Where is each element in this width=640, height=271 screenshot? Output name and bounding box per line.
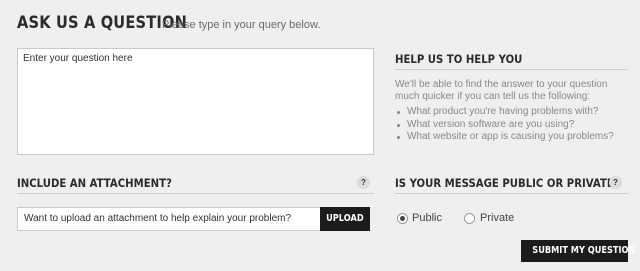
help-list-item: What website or app is causing you probl…	[397, 131, 632, 144]
visibility-divider	[395, 193, 628, 194]
public-radio-label[interactable]: Public	[412, 212, 442, 224]
help-intro-text: We'll be able to find the answer to your…	[395, 79, 608, 103]
question-textarea[interactable]	[17, 48, 374, 155]
attachment-file-field[interactable]: Want to upload an attachment to help exp…	[17, 207, 320, 231]
help-list-item: What product you're having problems with…	[397, 106, 632, 119]
public-radio[interactable]	[397, 213, 408, 224]
help-heading: HELP US TO HELP YOU	[395, 52, 523, 66]
attachment-divider	[17, 193, 374, 194]
upload-button-label: UPLOAD	[326, 213, 364, 224]
page-subtitle: Please type in your query below.	[162, 19, 321, 31]
submit-question-button[interactable]: SUBMIT MY QUESTION	[521, 240, 635, 262]
attachment-help-icon[interactable]: ?	[357, 176, 370, 189]
upload-button[interactable]: UPLOAD	[320, 207, 370, 231]
help-list-item: What version software are you using?	[397, 119, 632, 132]
visibility-help-icon[interactable]: ?	[609, 176, 622, 189]
visibility-heading: IS YOUR MESSAGE PUBLIC OR PRIVATE?	[395, 176, 620, 190]
submit-button-label: SUBMIT MY QUESTION	[532, 245, 636, 256]
help-list: What product you're having problems with…	[397, 106, 632, 144]
private-radio-label[interactable]: Private	[480, 212, 514, 224]
private-radio[interactable]	[464, 213, 475, 224]
help-divider	[395, 69, 628, 70]
attachment-heading: INCLUDE AN ATTACHMENT?	[17, 176, 172, 190]
